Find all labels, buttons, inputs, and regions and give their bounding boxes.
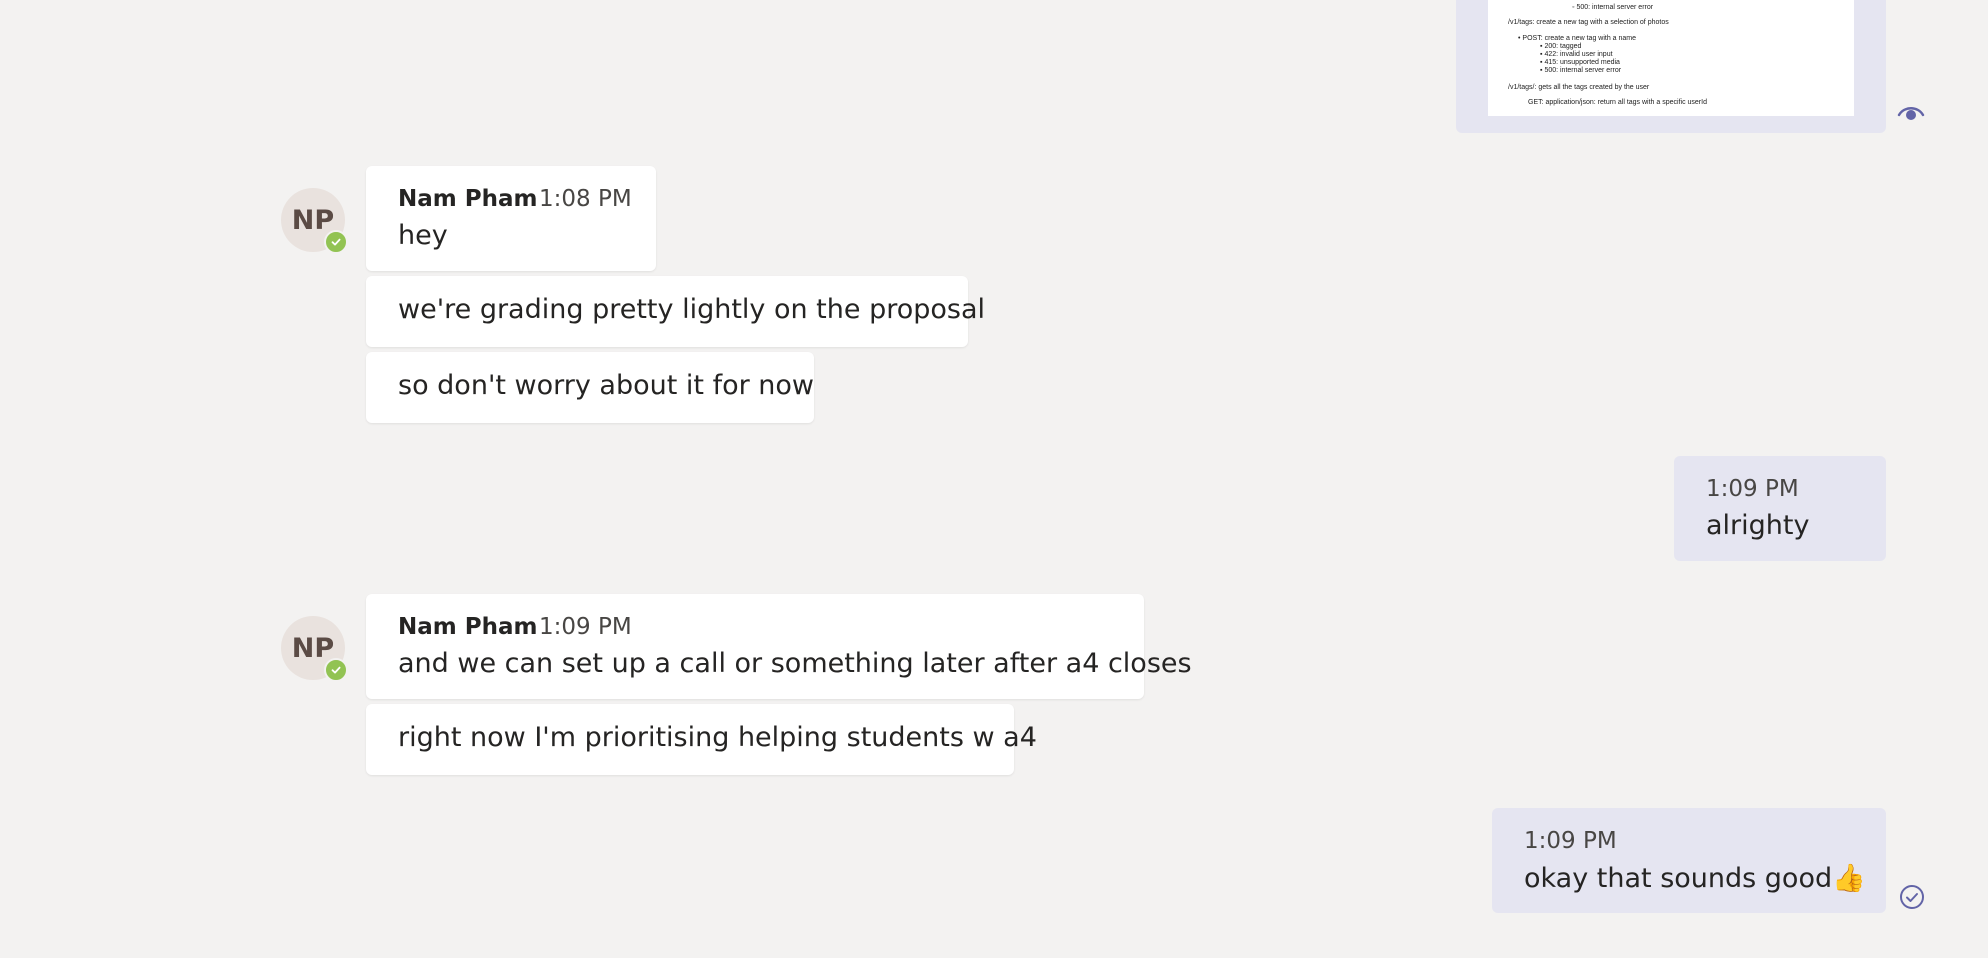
message-text: we're grading pretty lightly on the prop…	[398, 294, 986, 325]
message-bubble[interactable]: Nam Pham 1:08 PM hey	[366, 166, 656, 271]
doc-line: ◦ 500: internal server error	[1572, 4, 1654, 11]
message-bubble[interactable]: we're grading pretty lightly on the prop…	[366, 276, 985, 347]
doc-line: ▪ 415: unsupported media	[1540, 59, 1620, 66]
doc-line: GET: application/json: return all tags w…	[1528, 99, 1707, 106]
message-text: right now I'm prioritising helping stude…	[398, 722, 1037, 753]
message-text: alrighty	[1706, 510, 1810, 541]
eye-icon	[1897, 103, 1925, 123]
available-check-icon	[324, 230, 348, 254]
doc-line: ▪ 200: tagged	[1540, 43, 1582, 50]
avatar-initials: NP	[291, 632, 335, 664]
sender-name: Nam Pham	[398, 186, 538, 212]
message-text: and we can set up a call or something la…	[398, 648, 1192, 679]
message-text: okay that sounds good👍	[1524, 863, 1866, 894]
message-text: so don't worry about it for now	[398, 370, 814, 401]
doc-line: ▪ 422: invalid user input	[1540, 51, 1613, 58]
doc-line: /v1/tags: create a new tag with a select…	[1508, 19, 1669, 26]
message-timestamp: 1:08 PM	[539, 186, 632, 212]
doc-line: /v1/tags/: gets all the tags created by …	[1508, 84, 1650, 91]
avatar-initials: NP	[291, 204, 335, 236]
message-bubble[interactable]: right now I'm prioritising helping stude…	[366, 704, 1037, 775]
message-timestamp: 1:09 PM	[539, 614, 632, 640]
message-bubble[interactable]: Nam Pham 1:09 PM and we can set up a cal…	[366, 594, 1192, 699]
available-check-icon	[324, 658, 348, 682]
document-preview[interactable]: ◦ 500: internal server error /v1/tags: c…	[1488, 0, 1854, 116]
message-bubble-outgoing[interactable]: 1:09 PM okay that sounds good👍	[1492, 808, 1886, 913]
doc-line: • POST: create a new tag with a name	[1518, 35, 1637, 42]
message-timestamp: 1:09 PM	[1706, 476, 1799, 502]
doc-line: ▪ 500: internal server error	[1540, 67, 1622, 74]
check-circle-icon	[1899, 884, 1925, 910]
message-text: hey	[398, 220, 448, 251]
attachment-message[interactable]: ◦ 500: internal server error /v1/tags: c…	[1456, 0, 1886, 133]
message-bubble-outgoing[interactable]: 1:09 PM alrighty	[1674, 456, 1886, 561]
message-bubble[interactable]: so don't worry about it for now	[366, 352, 814, 423]
message-timestamp: 1:09 PM	[1524, 828, 1617, 854]
sender-name: Nam Pham	[398, 614, 538, 640]
